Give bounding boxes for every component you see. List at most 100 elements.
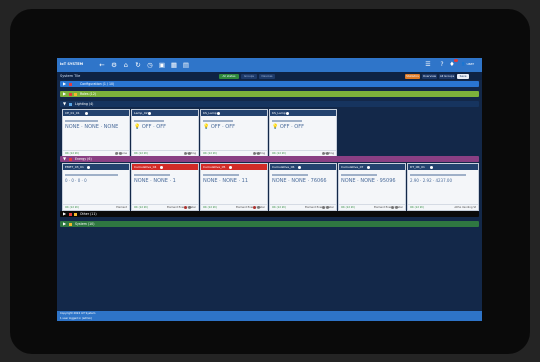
tab-overview[interactable]: Overview xyxy=(422,73,437,79)
card-actions xyxy=(391,194,401,209)
menu-icon[interactable]: ☰ xyxy=(424,61,432,69)
app-logo: IoT SYSTEM xyxy=(60,62,84,66)
card-status: OK (1d 2h) xyxy=(272,205,287,209)
group-header-other[interactable]: ▶ Other (11) xyxy=(60,211,479,217)
card-type: Element Energy Meter xyxy=(236,205,265,209)
warning-icon xyxy=(74,212,77,216)
card-progress xyxy=(65,120,98,122)
card-status: OK (1d 2h) xyxy=(203,205,218,209)
card-actions xyxy=(115,140,125,155)
alarm-icon xyxy=(69,157,72,161)
info-icon xyxy=(229,165,232,169)
info-icon xyxy=(298,165,301,169)
card-status: OK (1d 2h) xyxy=(272,151,287,155)
tab-devices[interactable]: Devices xyxy=(259,73,275,79)
device-card[interactable]: KS_Lamp 💡 OFF · OFF OK (1d 2h) Lighting xyxy=(200,109,268,157)
card-progress xyxy=(272,120,302,122)
info-icon xyxy=(430,165,433,169)
card-title: DT_0R_01 xyxy=(410,164,425,169)
settings-gear-icon[interactable]: ⚙ xyxy=(110,61,118,69)
group-label: Roles (12) xyxy=(80,92,97,96)
grid-icon[interactable]: ▦ xyxy=(170,61,178,69)
card-value: 0 · 0 · 0 · 0 xyxy=(65,178,87,183)
session-info: 1 user logged in (admin) xyxy=(60,316,92,320)
device-card[interactable]: Cumulative_07 NONE · NONE · 95096 OK (1d… xyxy=(338,163,406,211)
group-label: Lighting (4) xyxy=(75,102,94,106)
device-card[interactable]: Lamp_02 💡 OFF · OFF OK (1d 2h) Lighting xyxy=(131,109,199,157)
notification-badge xyxy=(454,59,458,62)
card-type: Lighting xyxy=(254,151,265,155)
card-type: Lighting xyxy=(185,151,196,155)
clock-icon[interactable]: ◷ xyxy=(146,61,154,69)
refresh-icon[interactable]: ↻ xyxy=(134,61,142,69)
info-icon xyxy=(87,165,90,169)
group-header-system[interactable]: ▶ System (10) xyxy=(60,221,479,227)
tab-all-groups[interactable]: All Groups xyxy=(439,73,455,79)
user-menu[interactable]: 👤 user xyxy=(461,62,474,66)
group-label: System (10) xyxy=(75,222,95,226)
card-type: C.1 Line xyxy=(116,151,127,155)
card-status: OK (1d 2h) xyxy=(341,205,356,209)
card-value: 2.90 · 2.92 · 4237.00 xyxy=(410,178,452,183)
card-progress xyxy=(203,120,233,122)
card-status: OK (1d 2h) xyxy=(65,205,80,209)
status-bar: Copyright 2024 IoT System 1 user logged … xyxy=(57,311,482,321)
card-progress xyxy=(341,174,378,176)
device-card[interactable]: Cumulative_05 NONE · NONE · 11 OK (1d 2h… xyxy=(200,163,268,211)
card-status: OK (1d 2h) xyxy=(65,151,80,155)
card-status: OK (1d 2h) xyxy=(134,151,149,155)
card-title: Cumulative_06 xyxy=(272,164,295,169)
tab-groups[interactable]: Groups xyxy=(241,73,257,79)
card-type: Element Energy Meter xyxy=(374,205,403,209)
card-title: KS_Lamp xyxy=(272,110,286,115)
device-card[interactable]: Cumulative_06 NONE · NONE · 76066 OK (1d… xyxy=(269,163,337,211)
card-value: NONE · NONE · 95096 xyxy=(341,178,396,184)
save-button[interactable]: Save xyxy=(457,73,469,79)
group-header-configuration[interactable]: ▶ Configuration (1 / 10) xyxy=(60,81,479,87)
group-header-roles[interactable]: ▶ Roles (12) xyxy=(60,91,479,97)
card-value: 💡 OFF · OFF xyxy=(272,124,304,130)
card-type: Lighting xyxy=(323,151,334,155)
card-title: Cumulative_07 xyxy=(341,164,364,169)
device-card[interactable]: Cumulative_04 NONE · NONE · 1 OK (1d 2h)… xyxy=(131,163,199,211)
info-icon xyxy=(367,165,370,169)
box-icon[interactable]: ▤ xyxy=(182,61,190,69)
card-value: NONE · NONE · 76066 xyxy=(272,178,327,184)
card-status: OK (1d 2h) xyxy=(134,205,149,209)
card-actions xyxy=(322,140,332,155)
warning-icon xyxy=(69,222,72,226)
warning-icon xyxy=(74,92,77,96)
device-card[interactable]: CE_01_01 NONE · NONE · NONE OK (1d 2h) C.… xyxy=(62,109,130,157)
help-icon[interactable]: ? xyxy=(438,61,446,69)
tab-statistics[interactable]: Statistics xyxy=(405,73,420,79)
info-icon xyxy=(85,111,88,115)
light-icon xyxy=(69,102,72,106)
card-type: Element Energy Meter xyxy=(305,205,334,209)
device-card[interactable]: KS_Lamp 💡 OFF · OFF OK (1d 2h) Lighting xyxy=(269,109,337,157)
card-title: Cumulative_04 xyxy=(134,164,157,169)
info-icon xyxy=(286,111,289,115)
card-value: NONE · NONE · 1 xyxy=(134,178,176,184)
bell-icon[interactable]: ♦ xyxy=(449,61,455,69)
card-value: 💡 OFF · OFF xyxy=(134,124,166,130)
tab-all-states[interactable]: All states xyxy=(219,73,239,79)
card-type: Element Energy Meter xyxy=(167,205,196,209)
group-header-energy[interactable]: ▼ Energy (6) xyxy=(60,156,479,162)
card-value: NONE · NONE · 11 xyxy=(203,178,249,184)
group-label: Configuration (1 / 10) xyxy=(80,82,115,86)
info-icon xyxy=(148,111,151,115)
card-progress xyxy=(410,174,466,176)
card-value: 💡 OFF · OFF xyxy=(203,124,235,130)
alarm-icon xyxy=(69,212,72,216)
device-card[interactable]: DT_0R_01 2.90 · 2.92 · 4237.00 OK (1d 2h… xyxy=(407,163,479,211)
device-card[interactable]: EMET_03_01 0 · 0 · 0 · 0 OK (1d 2h) Eleme… xyxy=(62,163,130,211)
card-title: Lamp_02 xyxy=(134,110,148,115)
card-status: OK (1d 2h) xyxy=(203,151,218,155)
window-icon[interactable]: ▣ xyxy=(158,61,166,69)
home-icon[interactable]: ⌂ xyxy=(122,61,130,69)
app-screen: IoT SYSTEM ← ⚙ ⌂ ↻ ◷ ▣ ▦ ▤ ☰ ? ♦ 👤 user … xyxy=(57,58,482,321)
card-progress xyxy=(203,174,240,176)
card-actions xyxy=(253,194,263,209)
back-arrow-icon[interactable]: ← xyxy=(98,61,106,69)
group-header-lighting[interactable]: ▼ Lighting (4) xyxy=(60,101,479,107)
